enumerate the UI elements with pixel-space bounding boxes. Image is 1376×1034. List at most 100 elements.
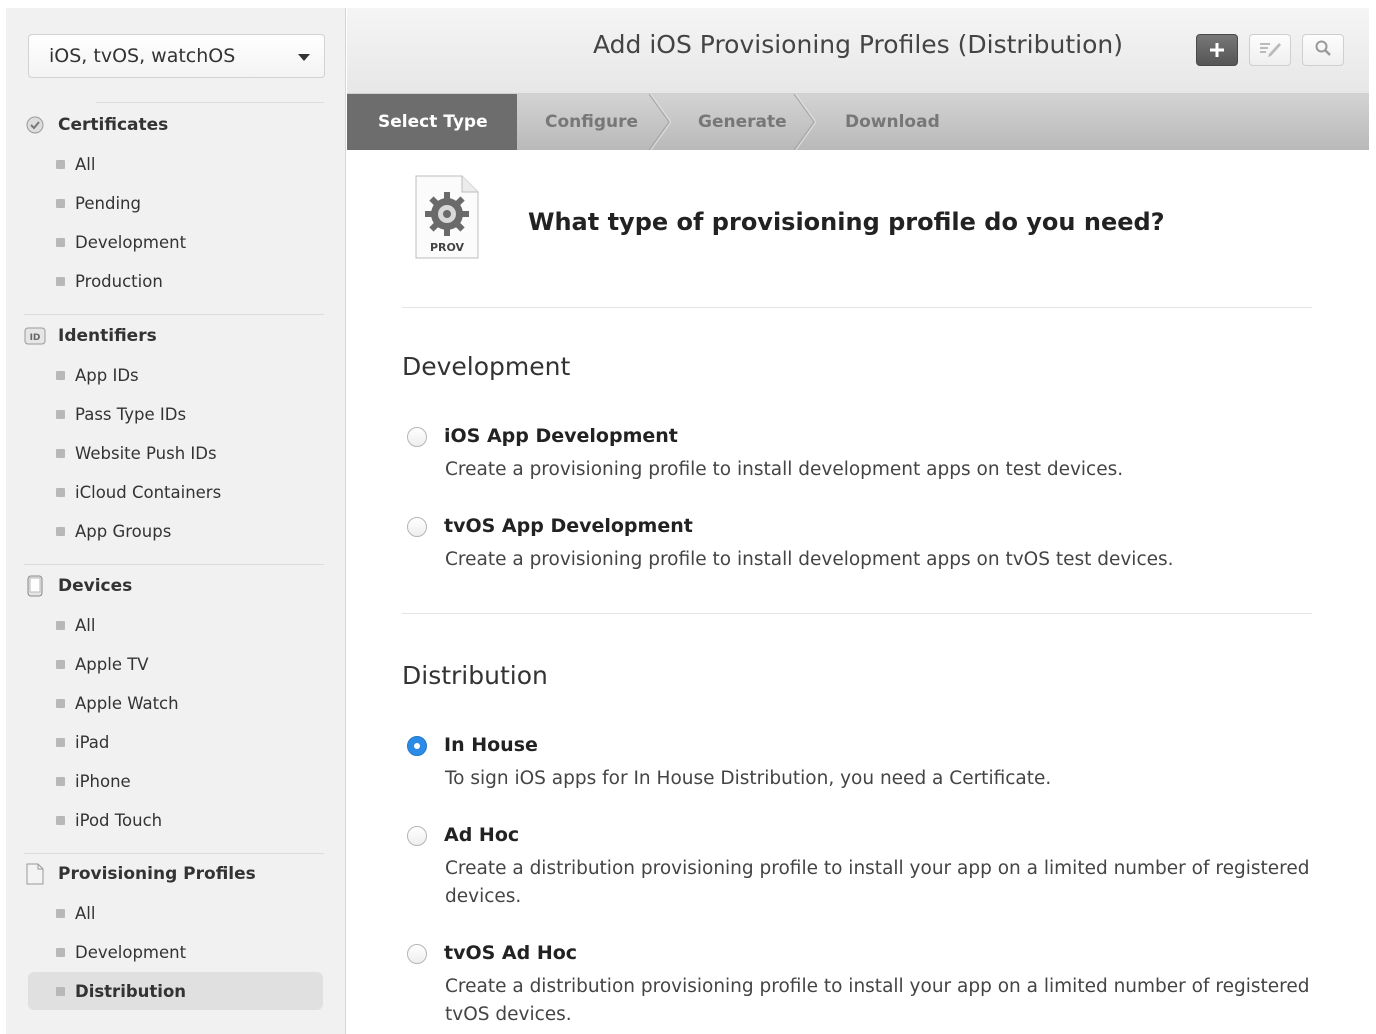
sidebar-item-label: Development: [75, 942, 187, 962]
bullet-icon: [56, 947, 65, 957]
sidebar-item-certificates-development[interactable]: Development: [56, 230, 186, 254]
sidebar-item-certificates-production[interactable]: Production: [56, 269, 163, 293]
sidebar-item-label: Apple TV: [75, 654, 149, 674]
sidebar-item-label: All: [75, 154, 96, 174]
svg-text:ID: ID: [30, 333, 41, 343]
sidebar-item-app-ids[interactable]: App IDs: [56, 363, 139, 387]
bullet-icon: [56, 815, 65, 825]
radio-ad-hoc[interactable]: [407, 826, 427, 846]
edit-button[interactable]: [1249, 34, 1291, 66]
option-description: Create a distribution provisioning profi…: [445, 976, 1310, 1025]
sidebar-item-label: Pending: [75, 193, 141, 213]
sidebar-item-label: Website Push IDs: [75, 443, 217, 463]
step-download[interactable]: Download: [845, 94, 940, 150]
section-label: Provisioning Profiles: [58, 864, 256, 884]
bullet-icon: [56, 908, 65, 918]
sidebar-item-label: Production: [75, 271, 163, 291]
option-title: Ad Hoc: [444, 824, 520, 846]
bullet-icon: [56, 659, 65, 669]
document-icon: [24, 863, 46, 885]
radio-tvos-app-development[interactable]: [407, 517, 427, 537]
sidebar-item-apple-watch[interactable]: Apple Watch: [56, 691, 179, 715]
plus-icon: [1209, 35, 1225, 65]
option-description: Create a provisioning profile to install…: [445, 549, 1174, 570]
sidebar-item-pass-type-ids[interactable]: Pass Type IDs: [56, 402, 186, 426]
sidebar-item-label: App IDs: [75, 365, 139, 385]
step-label: Select Type: [378, 112, 488, 132]
step-label: Configure: [545, 112, 639, 132]
step-select-type[interactable]: Select Type: [347, 94, 517, 150]
bullet-icon: [56, 198, 65, 208]
sidebar-item-certificates-all[interactable]: All: [56, 152, 95, 176]
section-divider: [24, 314, 324, 315]
step-arrow: [495, 94, 517, 150]
edit-icon: [1257, 39, 1283, 61]
bullet-icon: [56, 370, 65, 380]
sidebar-section-devices: Devices: [24, 574, 132, 598]
step-configure[interactable]: Configure: [545, 94, 638, 150]
section-label: Certificates: [58, 115, 169, 135]
bullet-icon: [56, 620, 65, 630]
step-label: Download: [845, 112, 940, 132]
radio-ios-app-development[interactable]: [407, 427, 427, 447]
bullet-icon: [56, 776, 65, 786]
divider: [402, 613, 1312, 614]
sidebar-item-label: Development: [75, 232, 187, 252]
sidebar-item-ipad[interactable]: iPad: [56, 730, 109, 754]
sidebar-item-label: Distribution: [75, 981, 187, 1001]
page-header: Add iOS Provisioning Profiles (Distribut…: [347, 8, 1369, 94]
device-icon: [24, 575, 46, 597]
bullet-icon: [56, 276, 65, 286]
sidebar-section-provisioning-profiles: Provisioning Profiles: [24, 862, 256, 886]
bullet-icon: [56, 448, 65, 458]
bullet-icon: [56, 487, 65, 497]
sidebar-item-certificates-pending[interactable]: Pending: [56, 191, 141, 215]
platform-select[interactable]: iOS, tvOS, watchOS: [28, 34, 325, 78]
bullet-icon: [56, 159, 65, 169]
radio-in-house[interactable]: [407, 736, 427, 756]
sidebar-item-label: iPhone: [75, 771, 131, 791]
sidebar-item-profiles-development[interactable]: Development: [56, 940, 186, 964]
sidebar-section-identifiers: ID Identifiers: [24, 324, 157, 348]
section-divider: [24, 564, 324, 565]
sidebar-item-label: Pass Type IDs: [75, 404, 187, 424]
option-title: iOS App Development: [444, 425, 678, 447]
sidebar-item-profiles-all[interactable]: All: [56, 901, 95, 925]
option-title: tvOS Ad Hoc: [444, 942, 578, 964]
step-separator: [793, 94, 816, 150]
sidebar-item-apple-tv[interactable]: Apple TV: [56, 652, 149, 676]
sidebar-item-devices-all[interactable]: All: [56, 613, 95, 637]
sidebar: iOS, tvOS, watchOS Certificates All Pend…: [6, 8, 346, 1034]
section-title-development: Development: [402, 352, 571, 381]
option-description: Create a provisioning profile to install…: [445, 459, 1124, 480]
section-title-distribution: Distribution: [402, 661, 548, 690]
sidebar-item-label: All: [75, 903, 96, 923]
option-description: Create a distribution provisioning profi…: [445, 858, 1310, 907]
chevron-down-icon: [298, 54, 310, 61]
radio-tvos-ad-hoc[interactable]: [407, 944, 427, 964]
search-icon: [1314, 39, 1332, 61]
bullet-icon: [56, 986, 65, 996]
sidebar-section-certificates: Certificates: [24, 113, 168, 137]
step-generate[interactable]: Generate: [698, 94, 787, 150]
sidebar-item-app-groups[interactable]: App Groups: [56, 519, 171, 543]
sidebar-item-website-push-ids[interactable]: Website Push IDs: [56, 441, 217, 465]
add-button[interactable]: [1196, 34, 1238, 66]
step-label: Generate: [698, 112, 787, 132]
bullet-icon: [56, 526, 65, 536]
section-label: Identifiers: [58, 326, 157, 346]
sidebar-item-label: App Groups: [75, 521, 172, 541]
sidebar-item-ipod-touch[interactable]: iPod Touch: [56, 808, 162, 832]
sidebar-item-profiles-distribution[interactable]: Distribution: [28, 972, 323, 1010]
bullet-icon: [56, 409, 65, 419]
option-title: In House: [444, 734, 538, 756]
sidebar-item-icloud-containers[interactable]: iCloud Containers: [56, 480, 221, 504]
sidebar-item-iphone[interactable]: iPhone: [56, 769, 131, 793]
bullet-icon: [56, 737, 65, 747]
steps-bar: Select Type Configure Generate Download: [347, 94, 1369, 150]
section-label: Devices: [58, 576, 133, 596]
divider: [402, 307, 1312, 308]
search-button[interactable]: [1302, 34, 1344, 66]
id-badge-icon: ID: [24, 325, 46, 347]
option-description: To sign iOS apps for In House Distributi…: [445, 768, 1052, 789]
